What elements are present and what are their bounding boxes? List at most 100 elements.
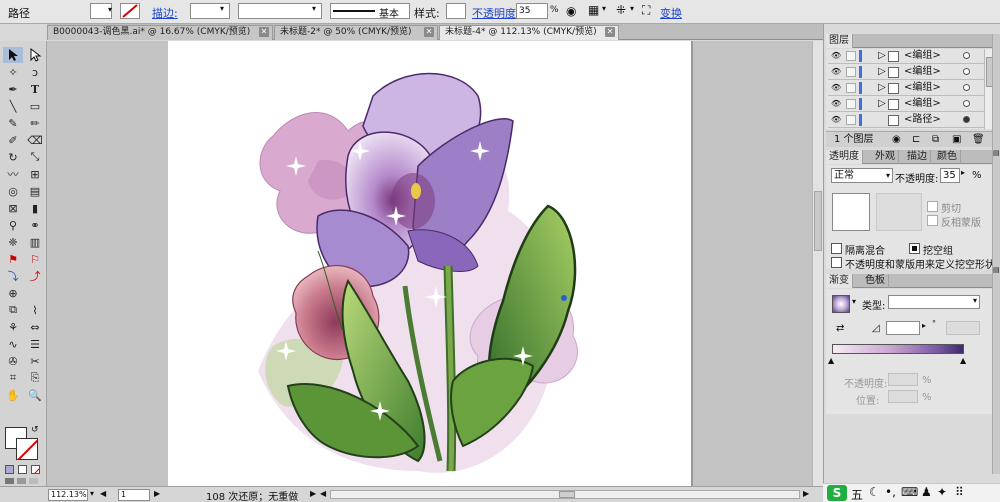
variable-width-chevron-icon[interactable]: ▾ <box>312 4 316 13</box>
eye-icon[interactable]: 👁 <box>831 52 841 60</box>
tab-stroke[interactable]: 描边 <box>904 150 931 164</box>
previous-artboard-icon[interactable]: ◀ <box>100 489 106 498</box>
vertical-scrollbar[interactable] <box>812 41 823 486</box>
tab-document-1[interactable]: B0000043-调色黑.ai* @ 16.67% (CMYK/预览) ✕ <box>47 25 273 40</box>
style-swatch[interactable] <box>446 3 466 19</box>
rectangle-tool-icon[interactable]: ▭ <box>25 98 45 114</box>
angle-input[interactable] <box>886 321 920 335</box>
delete-layer-icon[interactable]: 🗑 <box>972 132 985 147</box>
target-icon[interactable] <box>963 84 970 91</box>
blend-mode-dropdown[interactable]: 正常 ▾ <box>831 168 893 183</box>
layer-row[interactable]: 👁 ▷ <编组> <box>828 49 994 64</box>
opacity-mask-checkbox[interactable] <box>831 257 842 268</box>
expand-arrow-icon[interactable]: ▷ <box>878 65 886 79</box>
target-icon[interactable] <box>963 100 970 107</box>
lock-slot[interactable] <box>846 51 856 61</box>
eyedropper-tool-icon[interactable]: ⚲ <box>3 217 23 233</box>
make-clipping-mask-icon[interactable]: ⊏ <box>912 132 920 147</box>
eye-icon[interactable]: 👁 <box>831 100 841 108</box>
tab-document-3[interactable]: 未标题-4* @ 112.13% (CMYK/预览) ✕ <box>439 25 619 40</box>
live-paint-red-icon[interactable]: ⤴ <box>25 268 45 284</box>
user-icon[interactable]: ♟ <box>921 485 932 499</box>
h-scroll-left-icon[interactable]: ◀ <box>320 489 326 498</box>
type-tool-icon[interactable]: T <box>25 81 45 97</box>
lock-slot[interactable] <box>846 115 856 125</box>
opacity-link[interactable]: 不透明度: <box>472 5 520 21</box>
variable-width-dropdown[interactable] <box>238 3 322 19</box>
rotate-tool-icon[interactable]: ↻ <box>3 149 23 165</box>
status-menu-icon[interactable]: ▶ <box>310 489 316 498</box>
scale-tool-icon[interactable]: ⤡ <box>25 149 45 165</box>
expand-arrow-icon[interactable]: ▷ <box>878 81 886 95</box>
next-artboard-icon[interactable]: ▶ <box>154 489 160 498</box>
screen-mode-button[interactable] <box>5 478 41 484</box>
warp-tool-icon[interactable]: 〰 <box>3 166 23 182</box>
isolate-icon[interactable]: ⁜ <box>616 3 626 17</box>
opacity-field[interactable]: 35 <box>516 3 548 19</box>
knockout-group-checkbox[interactable] <box>909 243 920 254</box>
swap-colors-icon[interactable]: ↺ <box>31 425 39 435</box>
gradient-mode-button[interactable] <box>18 465 27 474</box>
punctuation-icon[interactable]: •, <box>885 485 896 499</box>
locate-object-icon[interactable]: ◉ <box>892 132 901 147</box>
mesh-tool-icon[interactable]: ⊠ <box>3 200 23 216</box>
stroke-color-swatch[interactable] <box>16 438 38 460</box>
close-icon[interactable]: ✕ <box>259 27 269 37</box>
list-tool-icon[interactable]: ☰ <box>25 336 45 352</box>
tab-color[interactable]: 颜色 <box>934 150 961 164</box>
width-tool-icon[interactable]: ⇔ <box>25 319 45 335</box>
fill-dropdown-icon[interactable]: ▾ <box>108 5 112 14</box>
h-scroll-right-icon[interactable]: ▶ <box>803 489 809 498</box>
live-paint-blue-icon[interactable]: ⤵ <box>3 268 23 284</box>
transform-icon[interactable]: ⛶ <box>642 3 650 18</box>
eye-icon[interactable]: 👁 <box>831 116 841 124</box>
artboard-tool-icon[interactable]: ⧉ <box>3 302 23 318</box>
live-paint-selection-icon[interactable]: ⚐ <box>25 251 45 267</box>
gradient-stop-left[interactable]: ▲ <box>828 356 834 365</box>
tab-gradient[interactable]: 渐变 <box>826 274 853 288</box>
stroke-link[interactable]: 描边: <box>152 5 178 21</box>
direct-selection-tool-icon[interactable] <box>25 47 45 63</box>
transform-link[interactable]: 变换 <box>660 5 682 21</box>
new-sublayer-icon[interactable]: ⧉ <box>932 132 939 147</box>
target-icon[interactable] <box>963 68 970 75</box>
horizontal-scrollbar[interactable] <box>330 490 800 499</box>
expand-arrow-icon[interactable]: ▷ <box>878 49 886 63</box>
puppet-tool-icon[interactable]: ⚘ <box>3 319 23 335</box>
angle-stepper-icon[interactable]: ▸ <box>922 321 926 330</box>
symbol-sprayer-tool-icon[interactable]: ❈ <box>3 234 23 250</box>
scroll-thumb[interactable] <box>814 191 822 251</box>
moon-icon[interactable]: ☾ <box>869 485 880 499</box>
gradient-stop-right[interactable]: ▲ <box>960 356 966 365</box>
pen-tool-icon[interactable]: ✒ <box>3 81 23 97</box>
gradient-dropdown-icon[interactable]: ▾ <box>852 297 856 306</box>
blend-tool-icon[interactable]: ⚭ <box>25 217 45 233</box>
close-icon[interactable]: ✕ <box>424 27 434 37</box>
tab-layers[interactable]: 图层 <box>826 34 853 48</box>
align-dropdown-icon[interactable]: ▾ <box>602 4 606 13</box>
reverse-gradient-icon[interactable]: ⇄ <box>836 323 844 334</box>
isolate-dropdown-icon[interactable]: ▾ <box>630 4 634 13</box>
color-mode-button[interactable] <box>5 465 14 474</box>
target-icon[interactable] <box>963 116 970 123</box>
h-scroll-thumb[interactable] <box>559 491 575 498</box>
location-input[interactable] <box>888 390 918 403</box>
align-icon[interactable]: ▦ <box>588 3 599 17</box>
canvas-area[interactable] <box>47 41 823 486</box>
settings-wrench-icon[interactable]: ✦ <box>937 485 947 499</box>
eraser-tool-icon[interactable]: ⌫ <box>25 132 45 148</box>
tab-document-2[interactable]: 未标题-2* @ 50% (CMYK/预览) ✕ <box>274 25 438 40</box>
paintbrush-tool-icon[interactable]: ✎ <box>3 115 23 131</box>
zoom-dropdown-icon[interactable]: ▾ <box>90 489 94 498</box>
panel-menu-icon[interactable]: ▤ <box>993 266 1000 274</box>
layer-row[interactable]: 👁 ▷ <编组> <box>828 65 994 80</box>
target-icon[interactable] <box>963 52 970 59</box>
ime-mode-label[interactable]: 五 <box>851 486 863 502</box>
gradient-slider[interactable] <box>832 344 964 354</box>
gradient-preview-swatch[interactable] <box>832 295 850 313</box>
wrinkle-tool-icon[interactable]: ∿ <box>3 336 23 352</box>
zoom-tool-icon[interactable]: 🔍 <box>25 387 45 403</box>
column-graph-tool-icon[interactable]: ▥ <box>25 234 45 250</box>
smooth-tool-icon[interactable]: ✇ <box>3 353 23 369</box>
artboard[interactable] <box>168 41 691 486</box>
